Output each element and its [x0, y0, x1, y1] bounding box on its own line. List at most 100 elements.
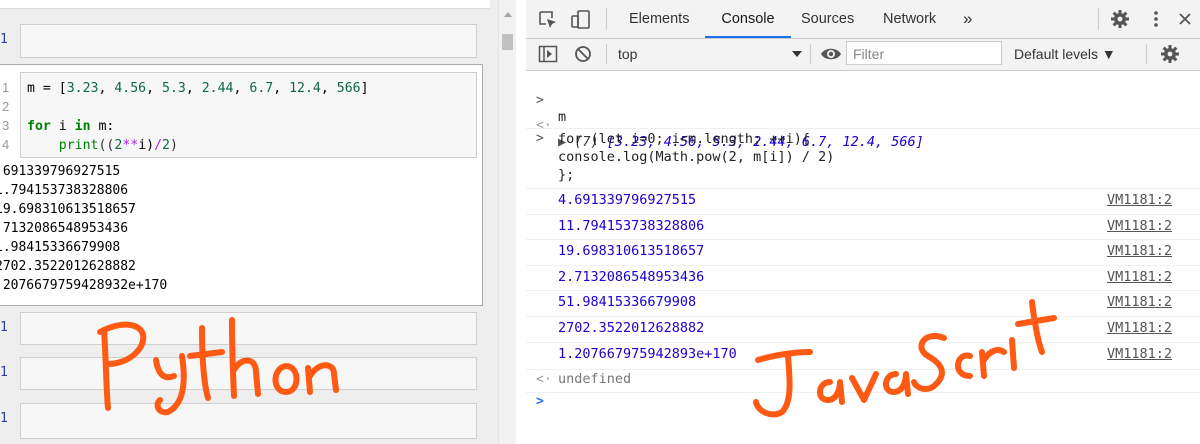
inspect-element-icon[interactable]	[538, 10, 558, 30]
console-toolbar: top Filter Default levels ▼	[526, 39, 1200, 71]
code-line-number: 4	[2, 137, 10, 152]
devtools-tab-bar: Elements Console Sources Network »	[526, 0, 1200, 39]
notebook-top-strip	[0, 0, 490, 9]
code-token: for	[27, 119, 51, 134]
output-line: .2076679759428932e+170	[0, 278, 168, 293]
cell-input-area[interactable]	[20, 312, 477, 345]
sidebar-toggle-icon[interactable]	[538, 45, 558, 63]
code-token: i)	[138, 138, 155, 153]
devtools-panel: Elements Console Sources Network » top F…	[526, 0, 1200, 444]
code-token: ((	[98, 138, 115, 153]
notebook-scrollbar[interactable]	[498, 0, 516, 444]
cell-line-number: 1	[0, 320, 8, 335]
prompt-caret-icon: >	[536, 394, 544, 409]
code-token: ,	[320, 81, 337, 96]
tab-network[interactable]: Network	[883, 0, 936, 38]
code-line: for i in m:	[27, 119, 114, 134]
code-token: m = [	[27, 81, 67, 96]
output-line: .7132086548953436	[0, 221, 129, 236]
log-value: 4.691339796927515	[558, 192, 697, 208]
log-value: 2702.3522012628882	[558, 320, 705, 336]
close-devtools-icon[interactable]	[1178, 12, 1192, 26]
code-token: m:	[90, 119, 115, 134]
code-token: ,	[185, 81, 202, 96]
log-source-link[interactable]: VM1181:2	[1107, 346, 1172, 362]
cell-input-area[interactable]	[20, 357, 477, 390]
cell-input-area[interactable]	[20, 403, 477, 439]
console-log-row: 19.698310613518657 VM1181:2	[526, 239, 1200, 262]
log-source-link[interactable]: VM1181:2	[1107, 192, 1172, 208]
output-line: 2702.3522012628882	[0, 259, 136, 274]
input-prompt-icon: >	[536, 131, 544, 146]
more-options-kebab-icon[interactable]	[1148, 9, 1164, 29]
code-token: **	[122, 138, 139, 153]
console-log-row: 2702.3522012628882 VM1181:2	[526, 316, 1200, 339]
code-editor[interactable]: m = [3.23, 4.56, 5.3, 2.44, 6.7, 12.4, 5…	[20, 72, 477, 158]
code-token: )	[170, 138, 178, 153]
cell-line-number: 1	[0, 365, 8, 380]
clear-console-icon[interactable]	[574, 45, 592, 63]
console-log-row: 11.794153738328806 VM1181:2	[526, 213, 1200, 237]
console-filter-input[interactable]: Filter	[846, 41, 1002, 65]
code-token: ,	[273, 81, 290, 96]
output-line: 19.698310613518657	[0, 202, 136, 217]
console-settings-gear-icon[interactable]	[1160, 44, 1180, 64]
tab-sources[interactable]: Sources	[801, 0, 854, 38]
toolbar-separator	[606, 8, 607, 30]
scroll-up-icon[interactable]	[504, 12, 512, 17]
scrollbar-thumb[interactable]	[502, 34, 513, 50]
console-result-row[interactable]: <· ▶ (7) [3.23, 4.56, 5.3, 2.44, 6.7, 12…	[526, 102, 1200, 150]
log-source-link[interactable]: VM1181:2	[1107, 243, 1172, 259]
console-input-row: > for (let i=0; i<m.length; ++i){console.…	[526, 128, 1200, 185]
cell-input-area[interactable]	[20, 24, 477, 58]
result-arrow-icon: <·	[536, 372, 552, 387]
console-log-row: 4.691339796927515 VM1181:2	[526, 188, 1200, 211]
console-input-line: };	[558, 167, 575, 183]
log-value: 1.207667975942893e+170	[558, 345, 737, 362]
cell-line-number: 1	[0, 411, 8, 426]
code-token: ,	[98, 81, 115, 96]
code-token: in	[74, 119, 91, 134]
settings-gear-icon[interactable]	[1110, 9, 1130, 29]
console-prompt-row[interactable]: >	[526, 392, 1200, 413]
context-selector-value: top	[618, 46, 638, 62]
code-token: 566	[336, 81, 361, 96]
output-line: 1.98415336679908	[0, 240, 121, 255]
code-token: 3.23	[66, 81, 99, 96]
log-levels-dropdown[interactable]: Default levels ▼	[1014, 43, 1116, 65]
log-value: 19.698310613518657	[558, 243, 705, 260]
code-token: 2.44	[201, 81, 234, 96]
code-token: ,	[233, 81, 250, 96]
log-source-link[interactable]: VM1181:2	[1107, 320, 1172, 336]
chevron-down-icon	[792, 51, 802, 57]
code-token: 2	[162, 138, 170, 153]
code-token: 6.7	[249, 81, 274, 96]
console-log-row: 1.207667975942893e+170 VM1181:2	[526, 341, 1200, 365]
console-log-row: 51.98415336679908 VM1181:2	[526, 290, 1200, 313]
console-input-row: > m	[526, 77, 1200, 125]
tab-console[interactable]: Console	[705, 0, 791, 38]
output-line: .691339796927515	[0, 164, 121, 179]
context-selector[interactable]: top	[618, 43, 806, 65]
log-source-link[interactable]: VM1181:2	[1107, 218, 1172, 234]
tab-elements[interactable]: Elements	[629, 0, 689, 38]
console-result-row: <· undefined	[526, 369, 1200, 390]
log-source-link[interactable]: VM1181:2	[1107, 294, 1172, 310]
code-line-number: 3	[2, 118, 10, 133]
log-source-link[interactable]: VM1181:2	[1107, 269, 1172, 285]
code-line-number: 1	[2, 80, 10, 95]
cell-line-number: 1	[0, 32, 8, 47]
code-token: 4.56	[114, 81, 147, 96]
code-token: /	[154, 138, 163, 153]
more-tabs-button[interactable]: »	[963, 0, 972, 38]
code-token: print	[58, 138, 99, 153]
toolbar-separator	[1146, 44, 1147, 64]
code-line: m = [3.23, 4.56, 5.3, 2.44, 6.7, 12.4, 5…	[27, 81, 369, 96]
code-line: print((2**i)/2)	[27, 138, 178, 153]
toolbar-separator	[810, 44, 811, 64]
device-toolbar-icon[interactable]	[570, 9, 592, 31]
log-value: 11.794153738328806	[558, 217, 705, 234]
code-line-number: 2	[2, 99, 10, 114]
live-expression-eye-icon[interactable]	[820, 46, 842, 62]
jupyter-notebook-panel: 1 m = [3.23, 4.56, 5.3, 2.44, 6.7, 12.4,…	[0, 0, 516, 444]
